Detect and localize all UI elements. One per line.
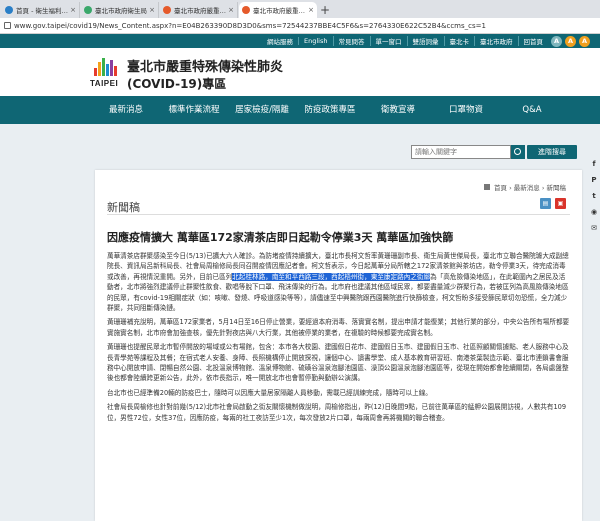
- plurk-icon[interactable]: P: [590, 176, 599, 185]
- advanced-search-button[interactable]: 進階搜尋: [527, 145, 577, 159]
- main-nav: 最新消息 標準作業流程 居家檢疫/隔離 防疫政策專區 衛教宣導 口罩物資 Q&A: [0, 96, 600, 124]
- site-header: TAIPEI 臺北市嚴重特殊傳染性肺炎 (COVID-19)專區: [0, 48, 600, 96]
- browser-tab-4-active[interactable]: 臺北市政府嚴重特殊傳染性肺炎 ×: [239, 2, 317, 18]
- tab-favicon-icon: [84, 6, 92, 14]
- browser-tab-2[interactable]: 臺北市政府衛生局 ×: [81, 2, 159, 18]
- util-link-bilingual[interactable]: 雙語詞彙: [406, 36, 444, 46]
- breadcrumb-latest-news[interactable]: 最新消息: [514, 184, 540, 192]
- nav-quarantine[interactable]: 居家檢疫/隔離: [228, 96, 296, 124]
- divider: [107, 214, 570, 215]
- breadcrumb-press[interactable]: 新聞稿: [547, 184, 567, 192]
- article-paragraph: 黃珊珊也提醒民眾北市暫停開放的場域或公有場館，包含：本市各大校園、建國假日花市、…: [107, 343, 569, 383]
- tab-title: 臺北市政府嚴重特殊傳染性肺炎: [174, 7, 226, 15]
- breadcrumb-home[interactable]: 首頁: [494, 184, 507, 192]
- tab-title: 臺北市政府衛生局: [95, 7, 147, 15]
- article-paragraph: 社會局長周榆修也針對前幾(5/12)北市社會局啟動之街友關懷機制做說明，周榆修指…: [107, 403, 567, 422]
- section-title: 新聞稿: [107, 201, 140, 214]
- search-row: 進階搜尋: [0, 140, 600, 160]
- facebook-icon[interactable]: f: [590, 160, 599, 169]
- lock-icon: [4, 22, 11, 29]
- util-link-single-window[interactable]: 單一窗口: [369, 36, 407, 46]
- address-bar[interactable]: www.gov.taipei/covid19/News_Content.aspx…: [0, 18, 600, 34]
- article-headline: 因應疫情擴大 萬華區172家清茶店即日起勒令停業3天 萬華區加強快篩: [107, 231, 454, 244]
- tab-favicon-icon: [242, 6, 250, 14]
- taipei-logo-icon[interactable]: [92, 56, 120, 78]
- browser-tab-3[interactable]: 臺北市政府嚴重特殊傳染性肺炎 ×: [160, 2, 238, 18]
- util-link-english[interactable]: English: [298, 37, 332, 45]
- breadcrumb: 首頁 › 最新消息 › 新聞稿: [483, 182, 567, 192]
- tab-favicon-icon: [5, 6, 13, 14]
- search-icon[interactable]: [511, 145, 525, 159]
- util-link-home[interactable]: 回首頁: [517, 36, 549, 46]
- tab-title: 臺北市政府嚴重特殊傳染性肺炎: [253, 7, 306, 15]
- nav-latest-news[interactable]: 最新消息: [92, 96, 160, 124]
- tab-close-icon[interactable]: ×: [70, 6, 76, 14]
- nav-masks-supplies[interactable]: 口罩物資: [432, 96, 500, 124]
- util-link-city-gov[interactable]: 臺北市政府: [474, 36, 518, 46]
- tab-close-icon[interactable]: ×: [149, 6, 155, 14]
- browser-tab-bar: 首頁 - 衛生福利部疾病管制署 × 臺北市政府衛生局 × 臺北市政府嚴重特殊傳染…: [0, 0, 600, 18]
- article-paragraph: 萬華清茶店群聚感染至今日(5/13)已擴大六人確診。為防堵疫情持續擴大，臺北市長…: [107, 251, 570, 313]
- site-title[interactable]: 臺北市嚴重特殊傳染性肺炎: [127, 56, 283, 75]
- line-icon[interactable]: ◉: [590, 208, 599, 217]
- pdf-icon[interactable]: ▣: [555, 198, 566, 209]
- nav-policy[interactable]: 防疫政策專區: [296, 96, 364, 124]
- site-subtitle: (COVID-19)專區: [127, 77, 227, 91]
- tab-title: 首頁 - 衛生福利部疾病管制署: [16, 7, 68, 15]
- browser-tab-1[interactable]: 首頁 - 衛生福利部疾病管制署 ×: [2, 2, 80, 18]
- search-input[interactable]: [411, 145, 511, 159]
- new-tab-button[interactable]: +: [318, 2, 332, 18]
- font-size-large-button[interactable]: A: [579, 35, 590, 47]
- logo-text: TAIPEI: [90, 79, 119, 88]
- tab-favicon-icon: [163, 6, 171, 14]
- tab-close-icon[interactable]: ×: [308, 6, 314, 14]
- share-bar: f P t ◉ ✉: [588, 160, 600, 233]
- content-card: 首頁 › 最新消息 › 新聞稿 新聞稿 ▤ ▣ 因應疫情擴大 萬華區172家清茶…: [95, 170, 582, 521]
- article-body: 萬華清茶店群聚感染至今日(5/13)已擴大六人確診。為防堵疫情持續擴大，臺北市長…: [107, 251, 570, 427]
- font-size-medium-button[interactable]: A: [565, 35, 576, 47]
- print-icon[interactable]: ▤: [540, 198, 551, 209]
- twitter-icon[interactable]: t: [590, 192, 599, 201]
- font-size-small-button[interactable]: A: [551, 35, 562, 47]
- util-link-site-services[interactable]: 網站服務: [262, 36, 298, 46]
- article-paragraph: 黃珊珊補充說明，萬華區172家業者，5月14日至16日停止營業，要經過本府消毒、…: [107, 318, 570, 337]
- home-icon: [483, 184, 490, 190]
- article-tools: ▤ ▣: [540, 198, 566, 209]
- nav-sop[interactable]: 標準作業流程: [160, 96, 228, 124]
- article-paragraph: 台北市也已經準備20輛的防疫巴士，隨時可以因應大量居家隔離人員移動，需載已經訓練…: [107, 388, 432, 397]
- utility-bar: 網站服務 English 常見問答 單一窗口 雙語詞彙 臺北卡 臺北市政府 回首…: [0, 34, 600, 48]
- util-link-faq[interactable]: 常見問答: [332, 36, 370, 46]
- email-icon[interactable]: ✉: [590, 224, 599, 233]
- util-link-taipei-card[interactable]: 臺北卡: [443, 36, 475, 46]
- nav-qa[interactable]: Q&A: [504, 96, 560, 124]
- url-text[interactable]: www.gov.taipei/covid19/News_Content.aspx…: [14, 22, 486, 30]
- nav-health-education[interactable]: 衛教宣導: [364, 96, 432, 124]
- highlighted-selection: 北起桂林路，南至和平西路三段，西起梧州街，東至康定路內之街廓: [232, 272, 431, 281]
- tab-close-icon[interactable]: ×: [228, 6, 234, 14]
